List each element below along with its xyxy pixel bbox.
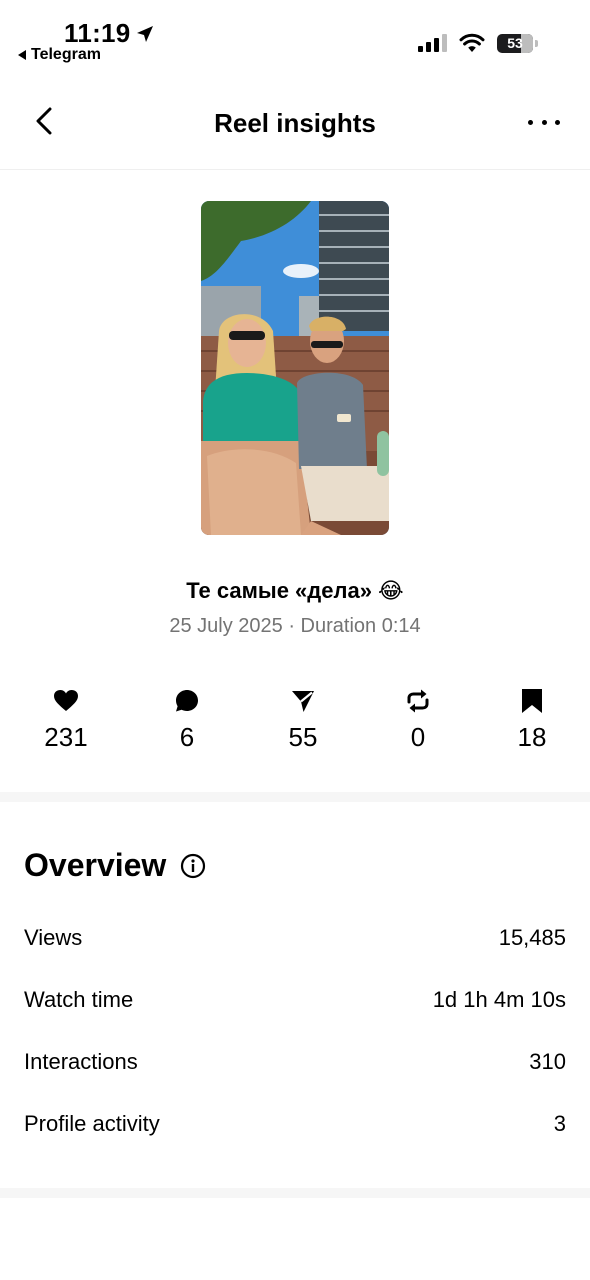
stat-comments: 6 (142, 688, 232, 753)
reel-caption: Те самые «дела» 😂 (186, 578, 404, 603)
comments-count: 6 (179, 722, 195, 752)
overview-row-profile-activity[interactable]: Profile activity 3 (24, 1108, 566, 1140)
clock: 11:19 (64, 18, 131, 48)
battery-level: 53 (507, 35, 523, 51)
overview-header: Overview (24, 847, 206, 884)
share-icon (292, 691, 314, 712)
saves-count: 18 (517, 722, 547, 752)
likes-count: 231 (44, 722, 88, 752)
location-arrow-icon (136, 25, 153, 42)
row-label: Views (24, 925, 83, 950)
reel-thumbnail[interactable] (201, 201, 389, 535)
top-navigation-bar: Reel insights (0, 80, 590, 170)
page-title: Reel insights (214, 108, 376, 138)
stat-saves: 18 (487, 688, 577, 753)
reposts-count: 0 (410, 722, 426, 752)
stat-shares: 55 (258, 688, 348, 753)
row-value: 3 (553, 1111, 566, 1136)
row-label: Interactions (24, 1049, 138, 1074)
engagement-stats: 231 6 55 0 18 (0, 688, 590, 758)
more-dots-icon[interactable] (528, 110, 560, 134)
overview-title: Overview (24, 847, 167, 883)
back-to-app-link[interactable]: Telegram (18, 46, 101, 64)
row-label: Profile activity (24, 1111, 160, 1136)
comment-icon (176, 690, 198, 712)
bookmark-icon (522, 689, 542, 713)
wifi-icon (459, 33, 485, 52)
reel-meta: 25 July 2025 · Duration 0:14 (169, 615, 421, 637)
back-app-label: Telegram (31, 46, 101, 63)
row-label: Watch time (24, 987, 134, 1012)
row-value: 1d 1h 4m 10s (432, 987, 566, 1012)
overview-row-watch-time[interactable]: Watch time 1d 1h 4m 10s (24, 984, 566, 1016)
row-value: 310 (529, 1049, 566, 1074)
heart-icon (54, 690, 78, 711)
clock-group: 11:19 (64, 18, 155, 49)
overview-row-views[interactable]: Views 15,485 (24, 922, 566, 954)
stat-reposts: 0 (373, 688, 463, 753)
status-indicators: 53 (418, 33, 538, 53)
status-bar: 11:19 Telegram 53 (0, 0, 590, 70)
info-icon[interactable] (180, 853, 206, 879)
section-divider-bottom (0, 1188, 590, 1198)
repost-icon (407, 689, 429, 713)
reel-thumbnail-image (201, 201, 389, 535)
stat-likes: 231 (21, 688, 111, 753)
battery-icon: 53 (497, 33, 538, 53)
section-divider (0, 792, 590, 802)
shares-count: 55 (288, 722, 318, 752)
signal-icon (418, 34, 447, 52)
row-value: 15,485 (498, 925, 566, 950)
back-triangle-icon (18, 50, 26, 60)
overview-row-interactions[interactable]: Interactions 310 (24, 1046, 566, 1078)
